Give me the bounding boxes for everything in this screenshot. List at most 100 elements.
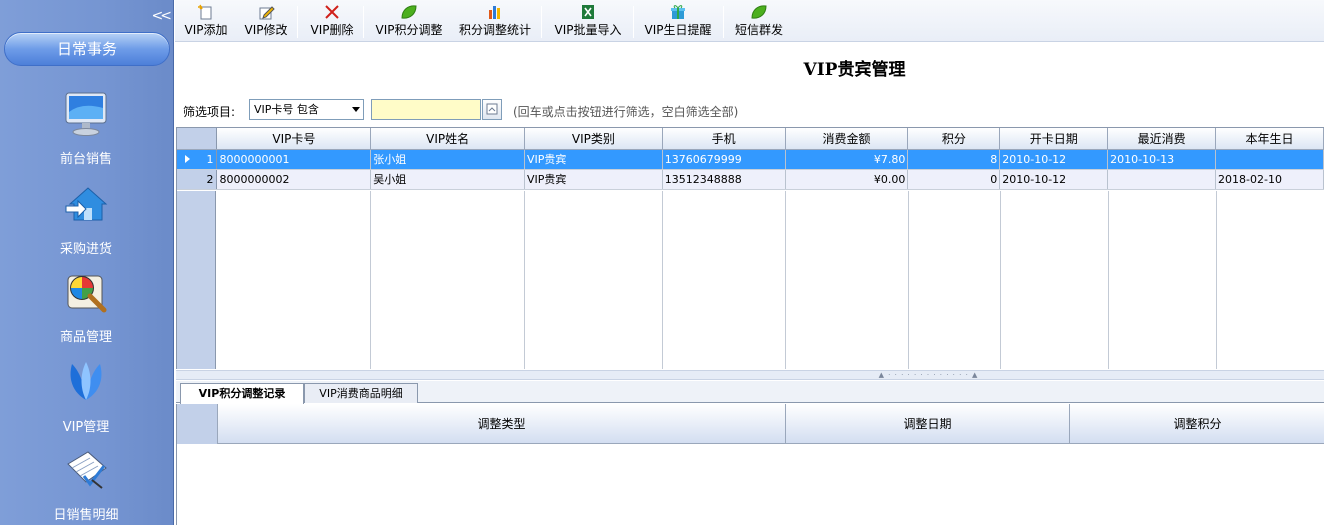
nav-item-label: 前台销售: [59, 152, 112, 167]
cell-last-purchase[interactable]: [1107, 169, 1217, 190]
cell-birthday[interactable]: 2018-02-10: [1215, 169, 1324, 190]
vip-birthday-reminder-button[interactable]: VIP生日提醒: [641, 2, 715, 40]
row-indicator[interactable]: 2: [177, 169, 218, 190]
column-header-amount[interactable]: 消费金额: [785, 128, 909, 150]
cell-amount[interactable]: ¥7.80: [785, 149, 909, 170]
column-header-points[interactable]: 积分: [907, 128, 1001, 150]
cell-phone[interactable]: 13760679999: [662, 149, 786, 170]
cell-last-purchase[interactable]: 2010-10-13: [1107, 149, 1217, 170]
cell-birthday[interactable]: [1215, 149, 1324, 170]
report-check-icon: [62, 446, 110, 494]
cell-vip-name[interactable]: 吴小姐: [370, 169, 525, 190]
tab-purchase-detail[interactable]: VIP消费商品明细: [304, 383, 418, 403]
table-row[interactable]: 1 8000000001 张小姐 VIP贵宾 13760679999 ¥7.80…: [177, 149, 1324, 170]
gift-icon: [671, 5, 685, 19]
cell-phone[interactable]: 13512348888: [662, 169, 786, 190]
column-header-birthday[interactable]: 本年生日: [1215, 128, 1324, 150]
filter-select-value: VIP卡号 包含: [254, 103, 319, 116]
vip-add-button[interactable]: VIP添加: [181, 2, 231, 40]
monitor-icon: [62, 90, 110, 138]
vip-points-adjust-button[interactable]: VIP积分调整: [373, 2, 445, 40]
nav-item-daily-sales-detail[interactable]: 日销售明细: [0, 446, 172, 525]
row-number: 1: [206, 152, 214, 166]
column-header-vip-card[interactable]: VIP卡号: [216, 128, 372, 150]
column-header-adjust-date[interactable]: 调整日期: [786, 404, 1070, 444]
tab-points-adjust-log[interactable]: VIP积分调整记录: [180, 383, 304, 404]
nav-item-vip-management[interactable]: VIP管理: [0, 358, 172, 444]
tb-label: 短信群发: [734, 23, 783, 37]
subgrid-header-row: 调整类型 调整日期 调整积分: [177, 404, 1324, 444]
detail-tabs: VIP积分调整记录 VIP消费商品明细: [176, 381, 1324, 404]
palette-magnifier-icon: [62, 268, 110, 316]
cell-points[interactable]: 8: [907, 149, 1001, 170]
row-number: 2: [206, 172, 214, 186]
grid-corner-cell: [177, 128, 218, 150]
delete-x-icon: [325, 5, 339, 19]
cell-open-date[interactable]: 2010-10-12: [999, 149, 1109, 170]
column-header-adjust-points[interactable]: 调整积分: [1070, 404, 1324, 444]
tb-label: VIP生日提醒: [644, 23, 712, 37]
vip-grid: VIP卡号 VIP姓名 VIP类别 手机 消费金额 积分 开卡日期 最近消费 本…: [176, 127, 1324, 369]
cell-open-date[interactable]: 2010-10-12: [999, 169, 1109, 190]
column-header-phone[interactable]: 手机: [662, 128, 786, 150]
add-document-icon: [198, 4, 212, 20]
panel-splitter[interactable]: ▲ · · · · · · · · · · · · · ▲: [176, 370, 1324, 380]
leaf-icon: [751, 5, 767, 19]
filter-bar: 筛选项目: VIP卡号 包含 (回车或点击按钮进行筛选，空白筛选全部): [183, 99, 1313, 121]
current-row-arrow-icon: [185, 154, 191, 163]
tb-label: VIP删除: [310, 23, 354, 37]
vip-batch-import-button[interactable]: VIP批量导入: [551, 2, 625, 40]
tb-label: VIP添加: [184, 23, 228, 37]
cell-vip-type[interactable]: VIP贵宾: [524, 169, 663, 190]
column-header-vip-name[interactable]: VIP姓名: [370, 128, 525, 150]
house-import-icon: [62, 180, 110, 228]
sms-broadcast-button[interactable]: 短信群发: [733, 2, 785, 40]
grid-header-row: VIP卡号 VIP姓名 VIP类别 手机 消费金额 积分 开卡日期 最近消费 本…: [177, 128, 1324, 150]
cell-vip-name[interactable]: 张小姐: [370, 149, 525, 170]
cell-vip-type[interactable]: VIP贵宾: [524, 149, 663, 170]
table-row[interactable]: 2 8000000002 吴小姐 VIP贵宾 13512348888 ¥0.00…: [177, 169, 1324, 190]
column-header-adjust-type[interactable]: 调整类型: [218, 404, 786, 444]
column-header-open-date[interactable]: 开卡日期: [999, 128, 1109, 150]
tb-label: VIP修改: [244, 23, 288, 37]
filter-field-select[interactable]: VIP卡号 包含: [249, 99, 364, 120]
filter-icon: [486, 103, 498, 115]
tb-label: VIP批量导入: [554, 23, 622, 37]
nav-item-product-management[interactable]: 商品管理: [0, 268, 172, 354]
grid-corner-cell: [177, 404, 218, 444]
filter-apply-button[interactable]: [482, 99, 502, 120]
toolbar: VIP添加 VIP修改 VIP删除 VIP积分调整 积分调整统计 VIP批量导入…: [175, 0, 1324, 42]
nav-item-label: VIP管理: [62, 420, 110, 435]
column-header-last-purchase[interactable]: 最近消费: [1107, 128, 1217, 150]
collapse-sidebar-button[interactable]: <<: [152, 8, 173, 24]
nav-item-label: 采购进货: [59, 242, 112, 257]
filter-hint: (回车或点击按钮进行筛选，空白筛选全部): [513, 105, 739, 119]
row-indicator-column: [177, 191, 216, 369]
nav-item-label: 商品管理: [59, 330, 112, 345]
cell-amount[interactable]: ¥0.00: [785, 169, 909, 190]
column-header-vip-type[interactable]: VIP类别: [524, 128, 663, 150]
main-panel: VIP贵宾管理 筛选项目: VIP卡号 包含 (回车或点击按钮进行筛选，空白筛选…: [175, 43, 1324, 525]
points-adjust-stats-button[interactable]: 积分调整统计: [457, 2, 533, 40]
cell-vip-card[interactable]: 8000000001: [216, 149, 372, 170]
filter-label: 筛选项目:: [183, 105, 236, 119]
sidebar: << 日常事务 前台销售 采购进货 商品管理 VIP管理 日销售明细: [0, 0, 174, 525]
page-title: VIP贵宾管理: [803, 60, 906, 80]
filter-value-input[interactable]: [371, 99, 481, 120]
nav-item-front-sales[interactable]: 前台销售: [0, 90, 172, 176]
cell-points[interactable]: 0: [907, 169, 1001, 190]
nav-item-label: 日销售明细: [53, 508, 119, 523]
cell-vip-card[interactable]: 8000000002: [216, 169, 372, 190]
splitter-grip-icon: ▲ · · · · · · · · · · · · · ▲: [878, 371, 979, 379]
leaf-icon: [401, 5, 417, 19]
row-indicator[interactable]: 1: [177, 149, 218, 170]
nav-item-purchase[interactable]: 采购进货: [0, 180, 172, 266]
tb-label: 积分调整统计: [458, 23, 531, 37]
tb-label: VIP积分调整: [375, 23, 443, 37]
vip-edit-button[interactable]: VIP修改: [241, 2, 291, 40]
vip-delete-button[interactable]: VIP删除: [307, 2, 357, 40]
section-daily-affairs-button[interactable]: 日常事务: [4, 32, 170, 66]
excel-icon: [582, 5, 594, 19]
chevron-down-icon: [352, 107, 360, 112]
bar-chart-icon: [489, 6, 500, 19]
